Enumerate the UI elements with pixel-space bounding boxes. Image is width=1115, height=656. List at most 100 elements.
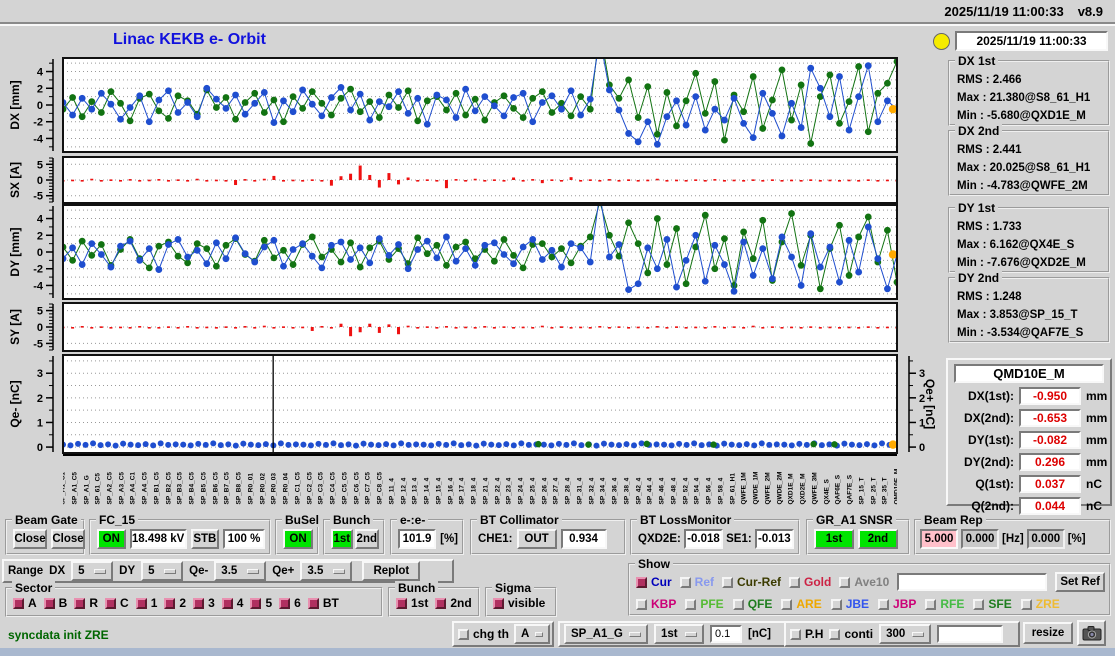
checkbox-sector-a[interactable]: A — [13, 596, 37, 610]
group-title: Bunch — [395, 581, 439, 595]
checkbox-label: chg th — [473, 627, 509, 641]
range-qe-minus-dropdown[interactable]: 3.5 — [214, 561, 267, 581]
x-tick-label: SP_22_4 — [494, 477, 502, 505]
signal-dropdown[interactable]: SP_A1_G — [564, 624, 648, 644]
checkbox-ph[interactable]: P.H — [790, 627, 823, 641]
checkbox-label: JBE — [845, 597, 870, 611]
checkbox-sector-4[interactable]: 4 — [221, 596, 243, 610]
checkbox-sector-2[interactable]: 2 — [164, 596, 186, 610]
camera-button[interactable] — [1077, 620, 1106, 646]
checkbox-show-sfe[interactable]: SFE — [973, 597, 1012, 611]
x-tick-label: QWFE_3M — [811, 472, 819, 505]
checkbox-show-zre[interactable]: ZRE — [1020, 597, 1060, 611]
checkbox-show-jbe[interactable]: JBE — [830, 597, 870, 611]
checkbox-sector-c[interactable]: C — [105, 596, 129, 610]
chg-th-dropdown[interactable]: A — [514, 624, 550, 644]
range-dx-dropdown[interactable]: 5 — [71, 561, 114, 581]
qmd-value: -0.950 — [1019, 387, 1081, 405]
checkbox-show-jbp[interactable]: JBP — [878, 597, 916, 611]
group-ee-ratio: e-:e- 101.9 [%] — [390, 513, 464, 555]
count-dropdown[interactable]: 300 — [879, 624, 932, 644]
x-tick-label: SP_B7_C5 — [223, 471, 231, 505]
count-input[interactable] — [937, 625, 1004, 643]
checkbox-sector-1[interactable]: 1 — [135, 596, 157, 610]
qmd-label: Q(1st): — [975, 477, 1014, 491]
checkbox-sector-6[interactable]: 6 — [279, 596, 301, 610]
checkbox-sigma-visible[interactable]: visible — [493, 596, 545, 610]
stat-max: Max : 21.380@S8_61_H1 — [957, 92, 1091, 104]
beam-rep-set-value: 5.000 — [920, 529, 958, 549]
checkbox-sector-b[interactable]: B — [43, 596, 68, 610]
busel-on-button[interactable]: ON — [283, 529, 313, 549]
range-dy-dropdown[interactable]: 5 — [141, 561, 184, 581]
checkbox-label: B — [58, 596, 68, 610]
bt-collimator-label: CHE1: — [478, 533, 513, 545]
resize-button[interactable]: resize — [1023, 622, 1073, 644]
checkbox-show-cur-ref[interactable]: Cur-Ref — [722, 575, 781, 589]
x-tick-label: SP_25_4 — [529, 477, 537, 505]
checkbox-chg-th[interactable]: chg th — [458, 627, 509, 641]
x-tick-label: SP_B6_C5 — [212, 471, 220, 505]
checkbox-show-are[interactable]: ARE — [781, 597, 822, 611]
checkbox-sector-bt[interactable]: BT — [307, 596, 339, 610]
x-tick-label: SP_A3_C5 — [118, 471, 126, 505]
x-tick-label: SP_28_4 — [564, 477, 572, 505]
fc15-on-button[interactable]: ON — [97, 529, 126, 549]
bunch-1st-button[interactable]: 1st — [331, 529, 353, 549]
checkbox-conti[interactable]: conti — [829, 627, 873, 641]
checkbox-label: SFE — [988, 597, 1012, 611]
x-tick-label: SP_17_4 — [458, 477, 466, 505]
titlebar-version: v8.9 — [1077, 3, 1103, 19]
x-tick-label: SP_A4_C1 — [129, 471, 137, 505]
checkbox-show-qfe[interactable]: QFE — [732, 597, 772, 611]
checkbox-bunch-2nd[interactable]: 2nd — [435, 596, 472, 610]
x-tick-label: SP_15_T — [858, 477, 866, 505]
threshold-input[interactable] — [710, 625, 742, 643]
checkbox-show-ref[interactable]: Ref — [679, 575, 714, 589]
range-qe-plus-dropdown[interactable]: 3.5 — [300, 561, 353, 581]
qmd-value: 0.044 — [1019, 497, 1081, 515]
ref-file-input[interactable] — [897, 573, 1048, 591]
x-tick-label: SP_56_4 — [705, 477, 713, 505]
acquisition-panel: P.H conti 300 — [784, 621, 1020, 647]
group-title: BuSel — [282, 513, 323, 527]
checkbox-show-ave10[interactable]: Ave10 — [839, 575, 889, 589]
stat-rms: RMS : 1.733 — [957, 221, 1022, 233]
group-title: Bunch — [330, 513, 374, 527]
fc15-stb-button[interactable]: STB — [190, 529, 220, 549]
group-show: Show Cur Ref Cur-Ref Gold Ave10 Set Ref KBP P… — [628, 557, 1111, 616]
replot-button[interactable]: Replot — [362, 561, 421, 581]
checkbox-label: ZRE — [1035, 597, 1060, 611]
checkbox-sector-r[interactable]: R — [74, 596, 98, 610]
checkbox-box — [105, 597, 117, 609]
checkbox-sector-5[interactable]: 5 — [250, 596, 272, 610]
snsr-2nd-button[interactable]: 2nd — [858, 529, 898, 549]
checkbox-box — [781, 598, 793, 610]
stat-rms: RMS : 2.441 — [957, 144, 1022, 156]
x-tick-label: SP_C1_C5 — [294, 471, 302, 505]
svg-text:5: 5 — [37, 306, 43, 318]
bt-loss-label-1: QXD2E: — [638, 533, 681, 545]
dx-axis-label: DX [mm] — [8, 80, 22, 130]
group-title: BT Collimator — [477, 513, 562, 527]
set-ref-button[interactable]: Set Ref — [1055, 572, 1105, 592]
bunch-2nd-button[interactable]: 2nd — [354, 529, 379, 549]
bunch-dropdown[interactable]: 1st — [654, 624, 704, 644]
group-title: e-:e- — [397, 513, 429, 527]
checkbox-bunch-1st[interactable]: 1st — [396, 596, 428, 610]
qmd-title: QMD10E_M — [954, 364, 1104, 383]
group-title: Show — [635, 557, 673, 571]
snsr-1st-button[interactable]: 1st — [814, 529, 854, 549]
checkbox-label: KBP — [651, 597, 677, 611]
x-tick-label: QMD10E_M — [893, 468, 898, 505]
checkbox-show-pfe[interactable]: PFE — [685, 597, 724, 611]
checkbox-show-rfe[interactable]: RFE — [925, 597, 964, 611]
checkbox-show-gold[interactable]: Gold — [789, 575, 831, 589]
checkbox-show-cur[interactable]: Cur — [636, 575, 672, 589]
x-tick-label: SP_C5_C5 — [341, 471, 349, 505]
beam-gate-close-1-button[interactable]: Close — [13, 529, 47, 549]
checkbox-box — [43, 597, 55, 609]
checkbox-sector-3[interactable]: 3 — [193, 596, 215, 610]
beam-gate-close-2-button[interactable]: Close — [51, 529, 85, 549]
checkbox-show-kbp[interactable]: KBP — [636, 597, 676, 611]
